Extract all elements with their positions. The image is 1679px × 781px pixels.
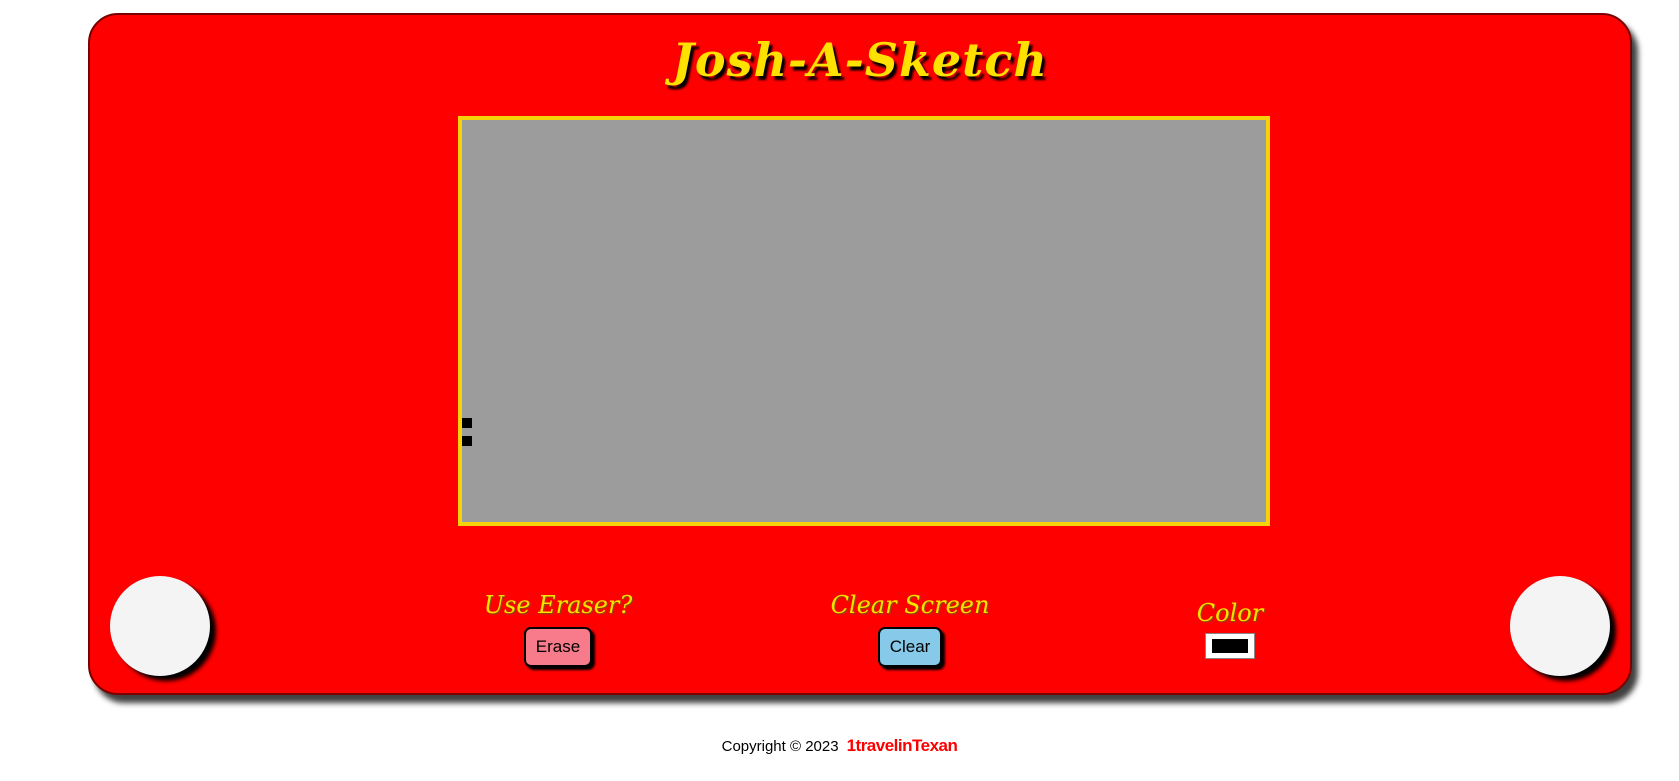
eraser-label: Use Eraser?	[483, 591, 633, 619]
erase-button[interactable]: Erase	[523, 627, 593, 667]
app-title: Josh-A-Sketch	[672, 33, 1048, 87]
copyright-text: Copyright © 2023	[721, 738, 839, 755]
drawn-pixel	[462, 418, 472, 428]
drawn-pixel	[462, 436, 472, 446]
etch-a-sketch-frame: Josh-A-Sketch Use Eraser? Erase Clear Sc…	[88, 13, 1632, 695]
clear-control: Clear Screen Clear	[800, 591, 1020, 667]
clear-button[interactable]: Clear	[877, 627, 943, 667]
eraser-control: Use Eraser? Erase	[458, 591, 658, 667]
footer: Copyright © 2023 1travelinTexan	[0, 736, 1679, 756]
color-control: Color	[1170, 599, 1290, 664]
drawing-canvas[interactable]	[458, 116, 1270, 526]
author-link[interactable]: 1travelinTexan	[847, 736, 958, 755]
color-label: Color	[1196, 599, 1264, 627]
color-swatch-fill	[1212, 639, 1248, 653]
left-knob	[110, 576, 210, 676]
clear-screen-label: Clear Screen	[830, 591, 990, 619]
right-knob	[1510, 576, 1610, 676]
color-picker[interactable]	[1205, 633, 1255, 659]
